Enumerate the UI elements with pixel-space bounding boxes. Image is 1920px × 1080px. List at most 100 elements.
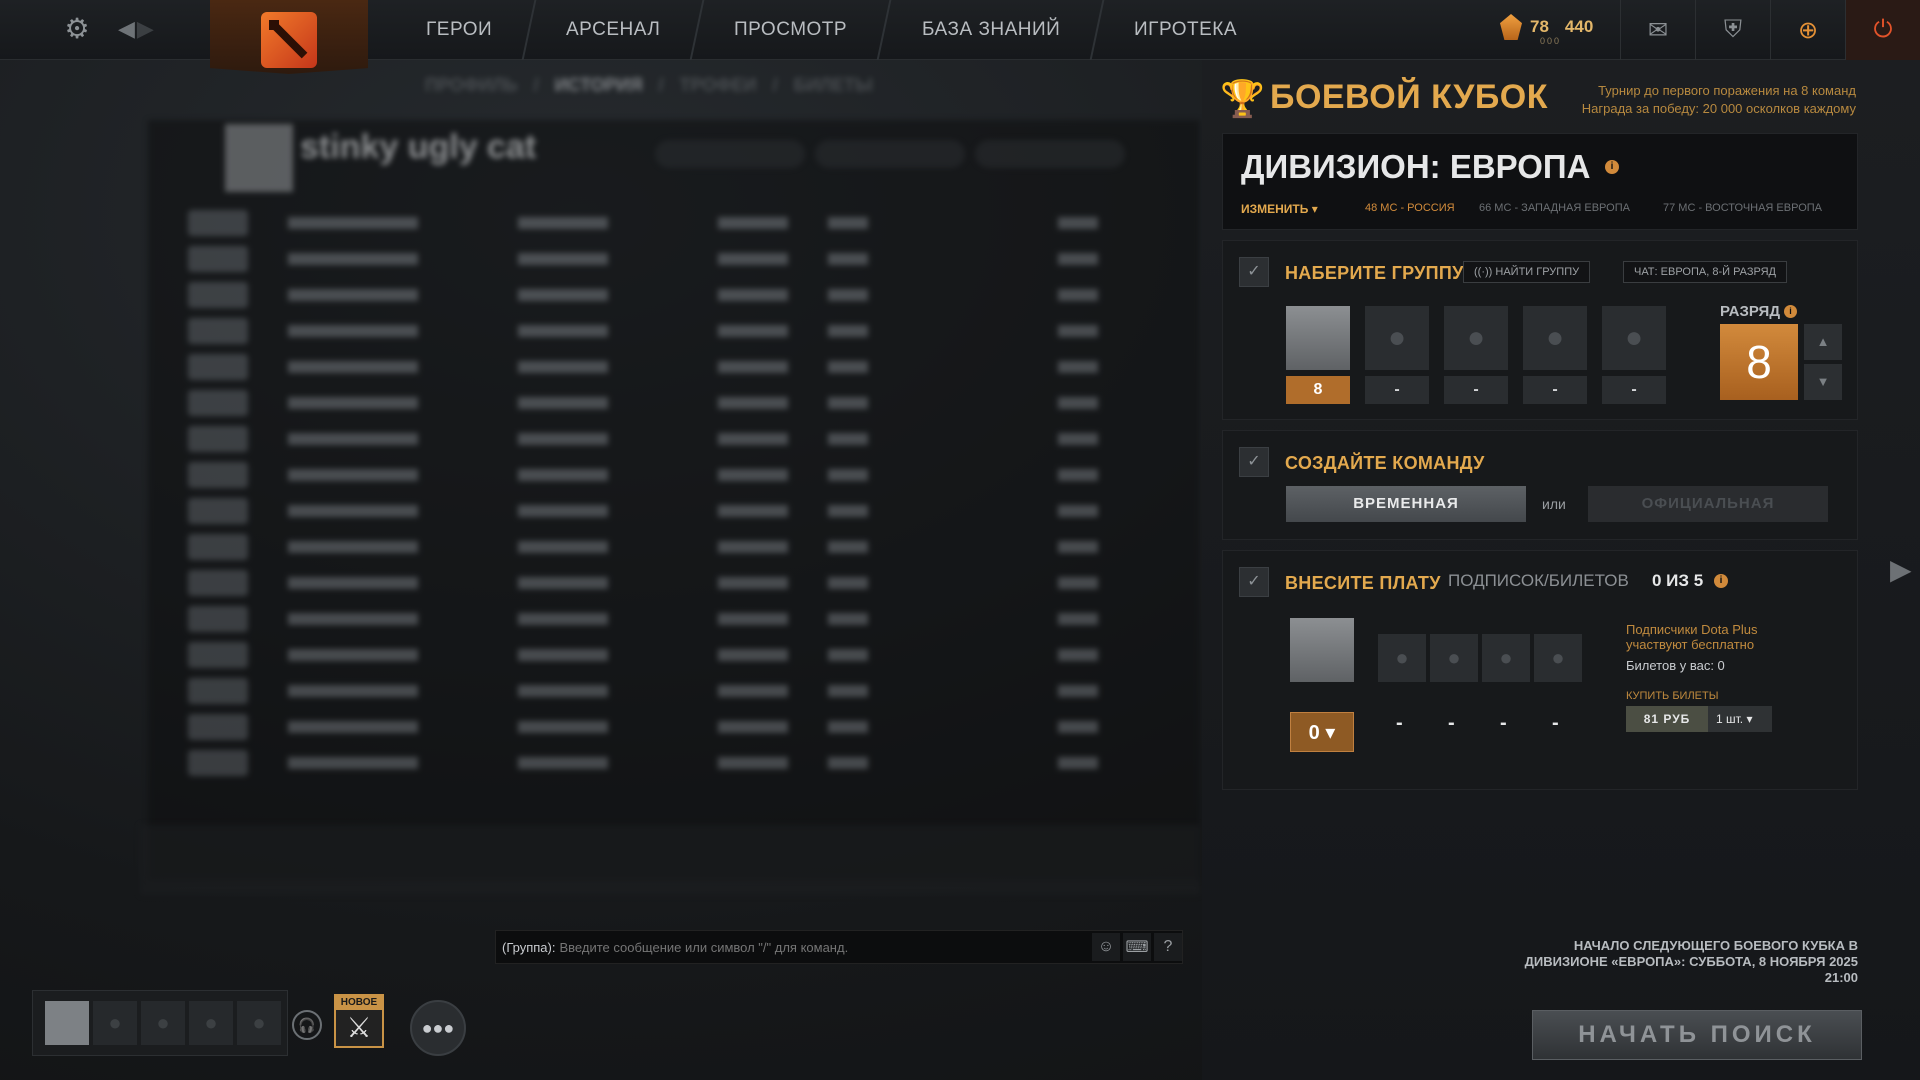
chat-help-button[interactable]: ? [1154,933,1182,961]
back-forward[interactable]: ◀ ▶ [118,12,168,46]
step-create-team: ✓ СОЗДАЙТЕ КОМАНДУ [1222,430,1858,540]
member-slot[interactable]: ● [1602,306,1666,370]
info-icon[interactable]: i [1714,574,1728,588]
main-nav: ГЕРОИ АРСЕНАЛ ПРОСМОТР БАЗА ЗНАНИЙ ИГРОТ… [383,0,1273,60]
member-rank: - [1365,376,1429,404]
new-tag: НОВОЕ [336,996,382,1010]
temporary-team-button[interactable]: ВРЕМЕННАЯ [1286,486,1526,522]
member-slot[interactable]: ● [1444,306,1508,370]
crumb-history[interactable]: ИСТОРИЯ [555,75,643,96]
shards-value: 78 [1530,17,1549,36]
voice-chat-icon[interactable]: 🎧 [292,1010,322,1040]
member-rank: - [1444,376,1508,404]
crumb-tickets[interactable]: БИЛЕТЫ [794,75,873,96]
table-row [188,745,1098,781]
table-row [188,565,1098,601]
division-change-button[interactable]: ИЗМЕНИТЬ ▾ [1241,202,1318,216]
new-feature-button[interactable]: НОВОЕ ⚔ [334,994,384,1048]
profile-tab[interactable] [975,140,1125,168]
battle-cup-title: БОЕВОЙ КУБОК [1270,78,1548,116]
nav-watch[interactable]: ПРОСМОТР [692,0,892,60]
party-slot[interactable]: ● [141,1001,185,1045]
fee-dash: - [1500,712,1507,734]
more-stats-bar[interactable] [140,825,1200,895]
nav-arcade[interactable]: ИГРОТЕКА [1092,0,1280,60]
armor-icon[interactable]: ⛨ [1695,0,1770,60]
profile-tabs [655,140,1125,168]
back-arrow-icon[interactable]: ◀ [118,12,135,46]
nav-learn[interactable]: БАЗА ЗНАНИЙ [879,0,1105,60]
power-icon[interactable]: ⏻ [1845,0,1920,60]
fee-slot: ● [1378,634,1426,682]
party-slot-me[interactable] [45,1001,89,1045]
radio-icon: ((·)) [1474,266,1493,278]
mm-east-europe: 77 МС - ВОСТОЧНАЯ ЕВРОПА [1663,202,1823,214]
gold-value: 440 [1564,17,1594,36]
chevron-right-icon[interactable]: ▶ [1890,553,1912,586]
dota-plus-icon[interactable]: ⊕ [1770,0,1845,60]
party-slot[interactable]: ● [93,1001,137,1045]
chat-channel: (Группа): [502,939,556,955]
gear-icon[interactable]: ⚙ [62,14,92,44]
party-slot[interactable]: ● [189,1001,233,1045]
profile-tab[interactable] [655,140,805,168]
forward-arrow-icon[interactable]: ▶ [137,12,154,46]
member-slot[interactable]: ● [1365,306,1429,370]
dota-client: ⚙ ◀ ▶ ГЕРОИ АРСЕНАЛ ПРОСМОТР БАЗА ЗНАНИЙ… [0,0,1920,1080]
table-row [188,277,1098,313]
member-slot[interactable]: ● [1523,306,1587,370]
fee-count: 0 ИЗ 5 [1652,571,1704,590]
ticket-qty-select[interactable]: 1 шт. ▾ [1708,706,1772,732]
shards-sub: 000 [1540,36,1562,46]
member-slot-me[interactable] [1286,306,1350,370]
group-finder-icon[interactable]: ●●● [410,1000,466,1056]
fee-subtitle: ПОДПИСОК/БИЛЕТОВ [1448,571,1629,590]
buy-tickets-button[interactable]: 81 РУБ [1626,706,1708,732]
member-rank: 8 [1286,376,1350,404]
profile-name: stinky ugly cat [300,128,537,166]
my-tickets-dropdown[interactable]: 0 ▾ [1290,712,1354,752]
table-row [188,529,1098,565]
official-team-button[interactable]: ОФИЦИАЛЬНАЯ [1588,486,1828,522]
chat-input[interactable] [559,939,1089,955]
division-title: ДИВИЗИОН: ЕВРОПА [1241,148,1591,185]
mm-russia: 48 МС - РОССИЯ [1365,202,1455,214]
table-row [188,349,1098,385]
battle-pass-icon: ⚔ [346,1012,372,1043]
battle-cup-subtitle: Турнир до первого поражения на 8 команд … [1581,83,1856,116]
party-slot[interactable]: ● [237,1001,281,1045]
profile-tab[interactable] [815,140,965,168]
rank-down-button[interactable]: ▼ [1804,364,1842,400]
fee-slot: ● [1482,634,1530,682]
emoji-icon[interactable]: ☺ [1092,933,1120,961]
start-search-button[interactable]: НАЧАТЬ ПОИСК [1532,1010,1862,1060]
rank-value: 8 [1720,324,1798,400]
table-row [188,457,1098,493]
profile-breadcrumb: ПРОФИЛЬ / ИСТОРИЯ / ТРОФЕИ / БИЛЕТЫ [425,75,873,96]
fee-dash: - [1396,712,1403,734]
crumb-profile[interactable]: ПРОФИЛЬ [425,75,518,96]
match-rows [188,205,1098,781]
top-bar: ⚙ ◀ ▶ ГЕРОИ АРСЕНАЛ ПРОСМОТР БАЗА ЗНАНИЙ… [0,0,1920,74]
table-row [188,421,1098,457]
nav-armory[interactable]: АРСЕНАЛ [523,0,705,60]
info-icon[interactable]: i [1605,160,1619,174]
fee-dash: - [1552,712,1559,734]
crumb-trophies[interactable]: ТРОФЕИ [680,75,757,96]
rank-up-button[interactable]: ▲ [1804,324,1842,360]
chat-europe-button[interactable]: ЧАТ: ЕВРОПА, 8-Й РАЗРЯД [1623,261,1788,283]
mail-icon[interactable]: ✉ [1620,0,1695,60]
check-icon: ✓ [1239,567,1269,597]
table-row [188,205,1098,241]
member-rank: - [1523,376,1587,404]
party-bar: ● ● ● ● [32,990,288,1056]
nav-heroes[interactable]: ГЕРОИ [383,0,537,60]
next-cup-info: НАЧАЛО СЛЕДУЮЩЕГО БОЕВОГО КУБКА В ДИВИЗИ… [1524,938,1858,985]
chat-wheel-icon[interactable]: ⌨ [1123,933,1151,961]
division-card: ДИВИЗИОН: ЕВРОПА i ИЗМЕНИТЬ ▾ 48 МС - РО… [1222,133,1858,230]
or-label: или [1542,496,1566,512]
info-icon[interactable]: i [1784,305,1797,318]
top-icons: ✉ ⛨ ⊕ ⏻ [1620,0,1920,60]
find-party-button[interactable]: ((·)) НАЙТИ ГРУППУ [1463,261,1591,283]
table-row [188,313,1098,349]
